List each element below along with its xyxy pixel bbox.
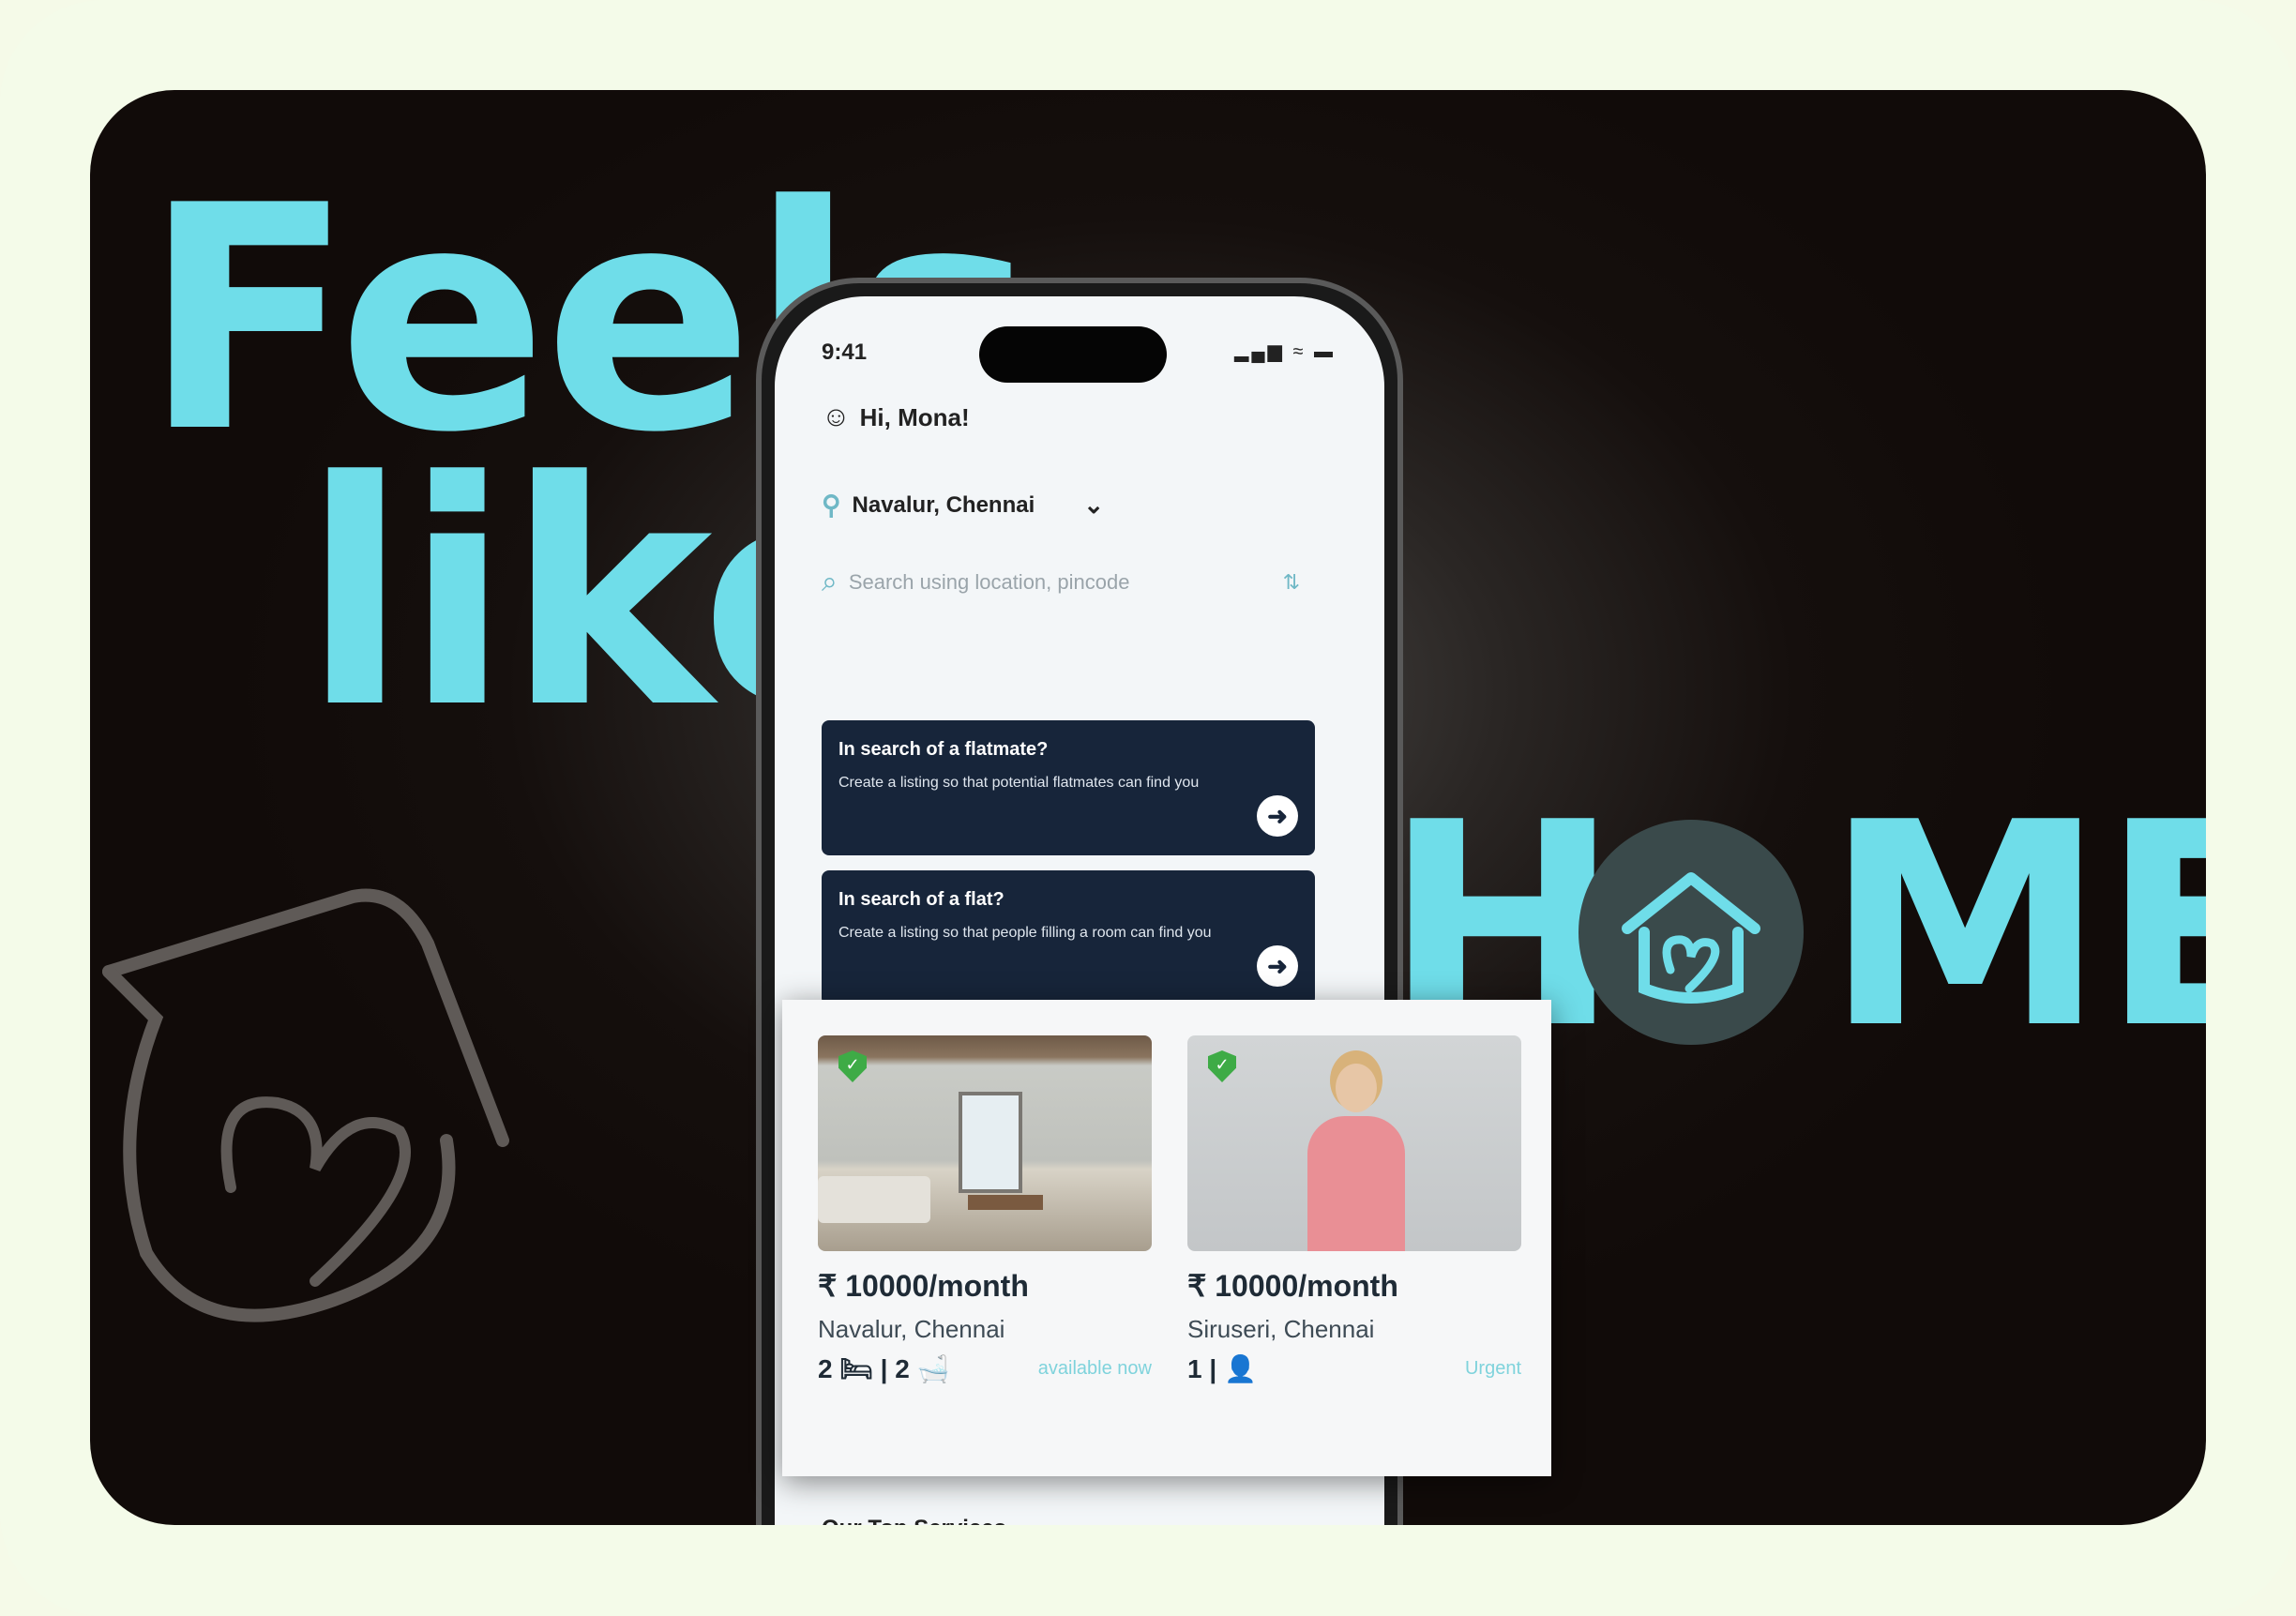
listing-photo-person[interactable]: ✓ [1187,1035,1521,1251]
promo-title: In search of a flatmate? [838,739,1049,760]
listings-card: ✓ ₹ 10000/month Navalur, Chennai 2 🛏 | 2… [782,1000,1551,1476]
user-avatar-icon[interactable]: ☺ [822,401,851,433]
verified-shield-icon: ✓ [838,1050,867,1082]
arrow-right-icon[interactable]: ➜ [1257,795,1298,837]
photo-person-hoodie [1307,1116,1405,1251]
photo-table [968,1195,1043,1210]
listing-meta: 2 🛏 | 2 🛁 available now [818,1353,1152,1384]
chevron-down-icon: ⌄ [1083,491,1105,519]
listing-item[interactable]: ✓ ₹ 10000/month Navalur, Chennai 2 🛏 | 2… [818,1035,1152,1384]
location-selector[interactable]: ⚲ Navalur, Chennai ⌄ [822,490,1104,521]
listing-meta: 1 | 👤 Urgent [1187,1353,1521,1384]
listing-photo-living-room[interactable]: ✓ [818,1035,1152,1251]
listing-price: ₹ 10000/month [1187,1269,1398,1303]
search-bar[interactable]: ⌕ Search using location, pincode ⇅ [822,554,1300,611]
listing-price: ₹ 10000/month [818,1269,1029,1303]
listing-rooms: 1 | 👤 [1187,1354,1257,1383]
verified-shield-icon: ✓ [1208,1050,1236,1082]
status-time: 9:41 [822,340,868,365]
dynamic-island [979,326,1167,383]
promo-title: In search of a flat? [838,889,1004,910]
filter-icon[interactable]: ⇅ [1283,570,1300,595]
promo-card-flat[interactable]: In search of a flat? Create a listing so… [822,870,1315,1005]
listing-item[interactable]: ✓ ₹ 10000/month Siruseri, Chennai 1 | 👤 … [1187,1035,1521,1384]
photo-person-head [1336,1064,1377,1112]
arrow-right-icon[interactable]: ➜ [1257,945,1298,987]
home-heart-icon [1578,820,1804,1045]
status-icons: ▂▄▆ ≈ ▬ [1233,341,1336,362]
location-pin-icon: ⚲ [822,491,841,520]
promo-body: Create a listing so that people filling … [838,925,1212,941]
availability-tag: available now [1037,1358,1152,1379]
urgency-tag: Urgent [1464,1358,1521,1379]
listing-address: Navalur, Chennai [818,1315,1005,1343]
listing-address: Siruseri, Chennai [1187,1315,1375,1343]
search-input[interactable]: Search using location, pincode [849,570,1130,595]
search-icon: ⌕ [822,566,838,597]
promo-card-flatmate[interactable]: In search of a flatmate? Create a listin… [822,720,1315,855]
house-heart-logo-watermark [102,888,509,1322]
hero-banner: Feels like H ME 9:41 ▂▄▆ ≈ ▬ ☺ Hi, Mona! [90,90,2206,1525]
photo-window [959,1092,1022,1193]
photo-person [1300,1064,1412,1251]
greeting: ☺ Hi, Mona! [822,401,970,433]
location-text: Navalur, Chennai [852,491,1035,518]
photo-sofa [818,1176,930,1223]
listing-rooms: 2 🛏 | 2 🛁 [818,1354,950,1383]
page-frame: Feels like H ME 9:41 ▂▄▆ ≈ ▬ ☺ Hi, Mona! [0,0,2296,1616]
headline-home-me: ME [1825,763,2206,1090]
promo-body: Create a listing so that potential flatm… [838,775,1200,791]
greeting-text: Hi, Mona! [859,402,970,431]
section-title-top-services: Our Top Services [822,1516,1006,1525]
